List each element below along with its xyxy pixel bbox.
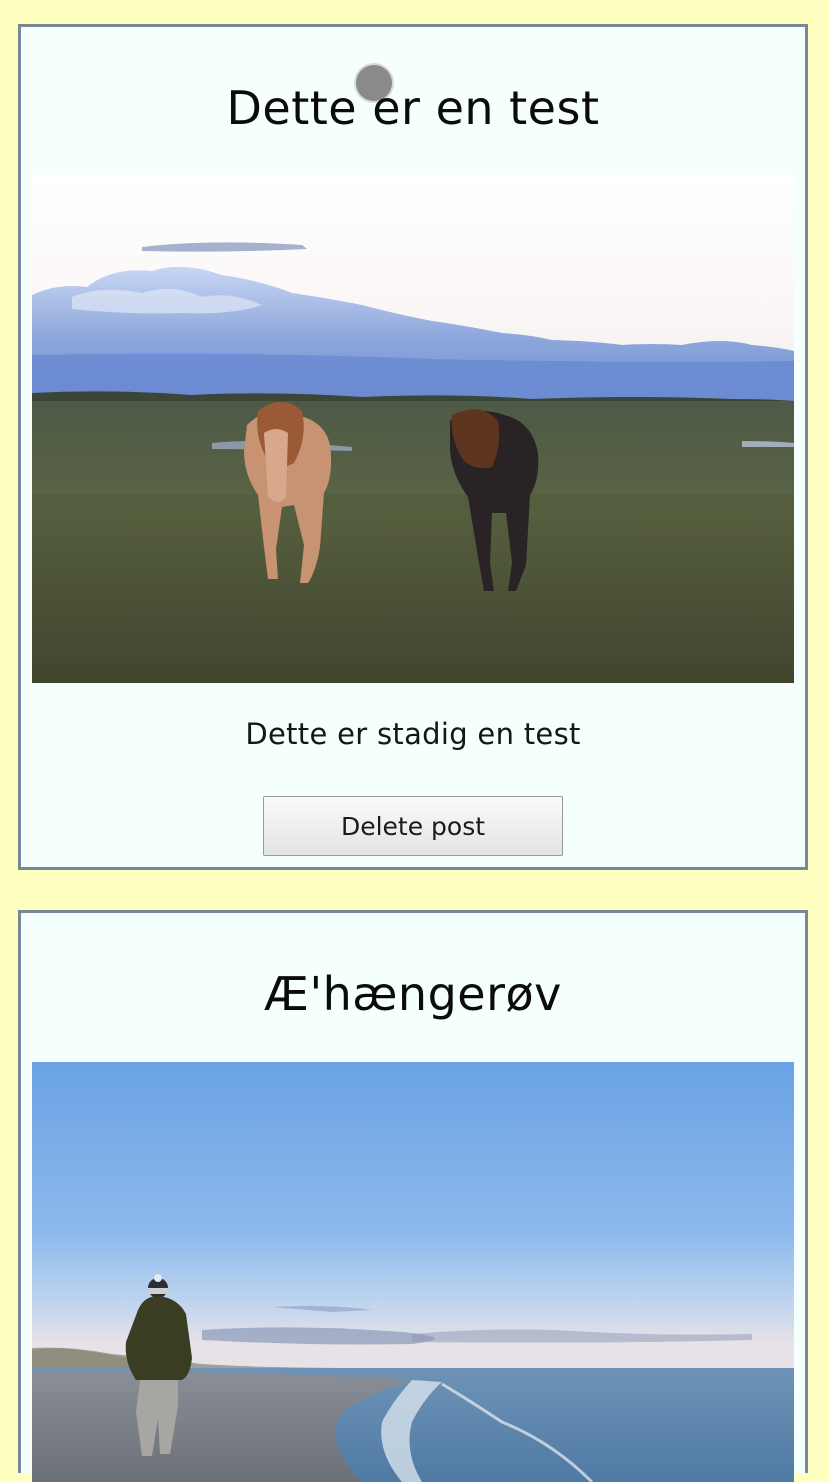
post-image [32, 1062, 794, 1482]
post-image [32, 175, 794, 683]
post-card: Dette er en test Dette er stadig en test… [18, 24, 808, 870]
post-feed: Dette er en test Dette er stadig en test… [0, 0, 829, 1482]
post-title: Dette er en test [226, 81, 600, 135]
post-card: Æ'hængerøv [18, 910, 808, 1482]
post-title: Æ'hængerøv [264, 967, 562, 1021]
post-caption: Dette er stadig en test [245, 717, 581, 751]
delete-post-button[interactable]: Delete post [263, 796, 563, 856]
